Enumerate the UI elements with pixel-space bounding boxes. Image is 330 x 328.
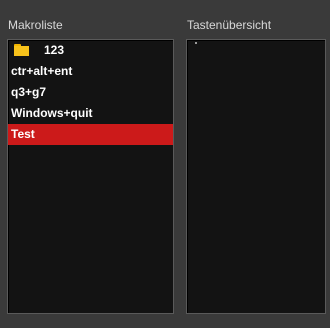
key-overview-list[interactable] bbox=[186, 39, 326, 314]
list-item-label: q3+g7 bbox=[11, 85, 47, 99]
list-item-label: 123 bbox=[44, 43, 65, 57]
list-item-label: ctr+alt+ent bbox=[11, 64, 73, 78]
list-item-ctr-alt-ent[interactable]: ctr+alt+ent bbox=[8, 61, 173, 82]
key-overview-label: Tastenübersicht bbox=[187, 18, 272, 32]
list-marker bbox=[195, 42, 197, 44]
list-item-test[interactable]: Test bbox=[8, 124, 173, 145]
macro-list-label: Makroliste bbox=[8, 18, 63, 32]
list-item-windows-quit[interactable]: Windows+quit bbox=[8, 103, 173, 124]
list-item-label: Windows+quit bbox=[11, 106, 93, 120]
list-item-folder-123[interactable]: 123 bbox=[8, 40, 173, 61]
folder-icon bbox=[14, 44, 29, 56]
macro-list[interactable]: 123 ctr+alt+ent q3+g7 Windows+quit Test bbox=[7, 39, 174, 314]
list-item-label: Test bbox=[11, 127, 35, 141]
list-item-q3-g7[interactable]: q3+g7 bbox=[8, 82, 173, 103]
